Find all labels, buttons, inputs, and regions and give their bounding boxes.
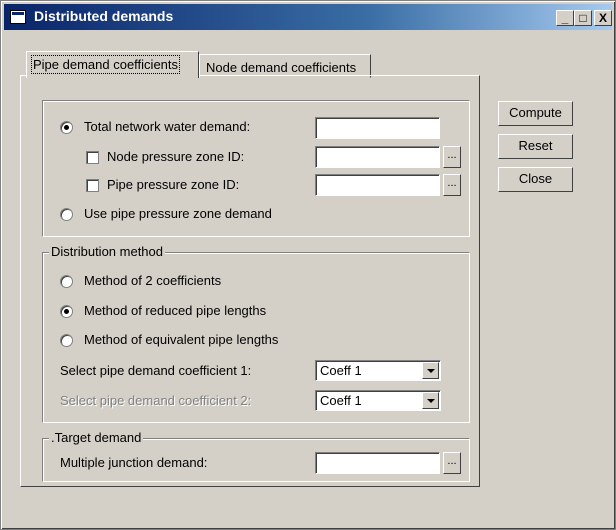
coeff2-select[interactable]: Coeff 1 (315, 390, 441, 411)
pipe-zone-checkbox[interactable] (86, 179, 99, 192)
close-window-button[interactable]: X (594, 10, 612, 26)
method-2-coefficients-label: Method of 2 coefficients (84, 273, 222, 288)
close-label: Close (518, 171, 553, 186)
chevron-down-icon[interactable] (422, 392, 439, 409)
close-button[interactable]: Close (498, 167, 573, 192)
title-bar[interactable]: Distributed demands _ □ X (4, 4, 612, 30)
total-demand-radio[interactable] (60, 121, 73, 134)
maximize-button[interactable]: □ (574, 10, 592, 26)
window-title: Distributed demands (34, 8, 174, 24)
coeff1-select[interactable]: Coeff 1 (315, 360, 441, 381)
tab-label: Node demand coefficients (206, 60, 357, 75)
coeff1-label: Select pipe demand coefficient 1: (60, 363, 252, 378)
method-2-coefficients-radio[interactable] (60, 275, 73, 288)
method-reduced-lengths-label: Method of reduced pipe lengths (84, 303, 267, 318)
reset-button[interactable]: Reset (498, 134, 573, 159)
chevron-down-icon[interactable] (422, 362, 439, 379)
minimize-button[interactable]: _ (556, 10, 574, 26)
total-demand-label: Total network water demand: (84, 119, 251, 134)
target-demand-legend: .Target demand (49, 430, 144, 445)
tab-panel-pipe-demand: Total network water demand: Node pressur… (20, 75, 480, 487)
method-equivalent-lengths-label: Method of equivalent pipe lengths (84, 332, 279, 347)
total-demand-input[interactable] (315, 117, 440, 139)
distribution-method-group: Distribution method Method of 2 coeffici… (42, 244, 470, 423)
distribution-method-legend: Distribution method (49, 244, 165, 259)
node-zone-checkbox[interactable] (86, 151, 99, 164)
demand-source-group: Total network water demand: Node pressur… (42, 100, 470, 237)
coeff1-value: Coeff 1 (320, 363, 362, 378)
coeff2-value: Coeff 1 (320, 393, 362, 408)
use-pipe-zone-label: Use pipe pressure zone demand (84, 206, 272, 221)
node-zone-input[interactable] (315, 146, 440, 168)
window-icon (10, 10, 26, 24)
distributed-demands-window: Distributed demands _ □ X Pipe demand co… (0, 0, 616, 530)
junction-demand-input[interactable] (315, 452, 440, 474)
node-zone-browse-button[interactable]: ... (443, 146, 461, 168)
junction-demand-browse-button[interactable]: ... (443, 452, 461, 474)
junction-demand-label: Multiple junction demand: (60, 455, 208, 470)
node-zone-label: Node pressure zone ID: (107, 149, 245, 164)
method-equivalent-lengths-radio[interactable] (60, 334, 73, 347)
reset-label: Reset (518, 138, 553, 153)
pipe-zone-label: Pipe pressure zone ID: (107, 177, 240, 192)
target-demand-group: .Target demand Multiple junction demand:… (42, 430, 470, 482)
tab-label: Pipe demand coefficients (30, 55, 181, 74)
coeff2-label: Select pipe demand coefficient 2: (60, 393, 252, 408)
compute-label: Compute (509, 105, 562, 120)
method-reduced-lengths-radio[interactable] (60, 305, 73, 318)
tab-pipe-demand-coefficients[interactable]: Pipe demand coefficients (26, 51, 199, 78)
pipe-zone-browse-button[interactable]: ... (443, 174, 461, 196)
compute-button[interactable]: Compute (498, 101, 573, 126)
use-pipe-zone-radio[interactable] (60, 208, 73, 221)
pipe-zone-input[interactable] (315, 174, 440, 196)
